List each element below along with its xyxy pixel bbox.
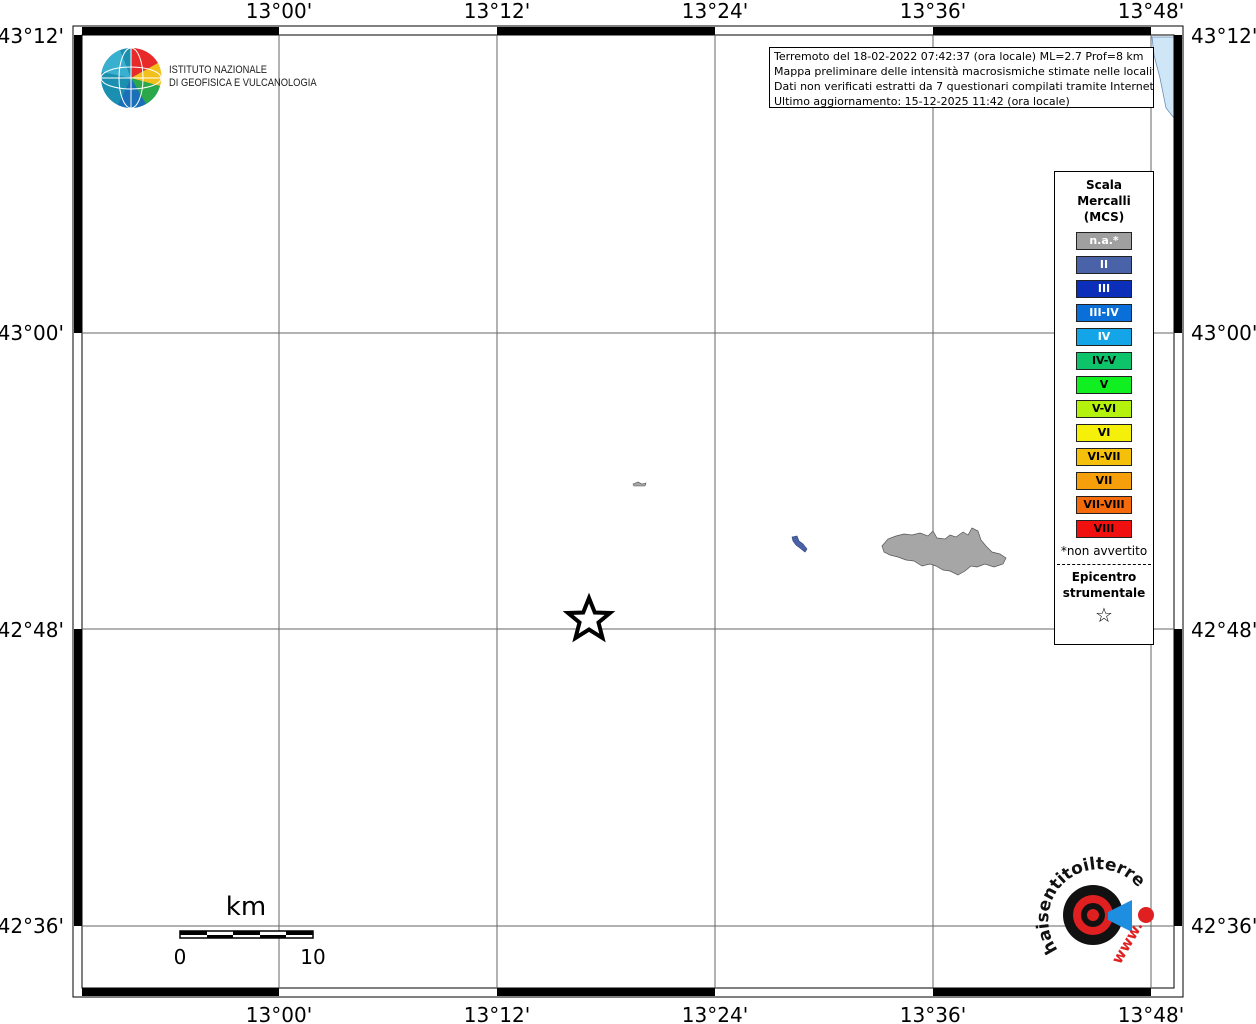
legend-epicenter-label: Epicentro strumentale (1055, 569, 1153, 601)
small-area-feature (632, 481, 647, 487)
info-line: Terremoto del 18-02-2022 07:42:37 (ora l… (774, 50, 1144, 63)
legend-swatch: IV-V (1076, 352, 1132, 370)
legend-epicenter-line: Epicentro (1071, 570, 1137, 584)
lat-label-right: 42°36' (1191, 914, 1256, 938)
epicenter-star (562, 592, 616, 643)
legend-swatch: VIII (1076, 520, 1132, 538)
info-line: Mappa preliminare delle intensità macros… (774, 65, 1154, 78)
lat-label-left: 42°36' (0, 914, 64, 938)
info-line: Ultimo aggiornamento: 15-12-2025 11:42 (… (774, 95, 1070, 108)
hsit-logo: haisentitoilterremoto.it www. (0, 0, 1154, 967)
legend-swatch: II (1076, 256, 1132, 274)
lon-label-top: 13°36' (900, 0, 966, 23)
graticule (82, 35, 1174, 988)
ingv-globe-logo (100, 47, 162, 109)
legend-title: Scala Mercalli (MCS) (1055, 177, 1153, 225)
legend-swatch: VII-VIII (1076, 496, 1132, 514)
sea-area (1151, 36, 1175, 120)
lon-label-bottom: 13°48' (1118, 1003, 1184, 1024)
lon-label-bottom: 13°12' (464, 1003, 530, 1024)
frame-checker (74, 27, 1182, 996)
map-frame-outer (72, 25, 1184, 998)
legend-star-icon: ☆ (1095, 603, 1113, 627)
legend-title-line: (MCS) (1083, 210, 1125, 224)
ingv-logo-text: ISTITUTO NAZIONALE DI GEOFISICA E VULCAN… (169, 64, 317, 90)
scale-end: 10 (300, 945, 325, 969)
map-frame-inner (81, 34, 1175, 989)
lat-label-right: 42°48' (1191, 618, 1256, 642)
legend-swatch: n.a.* (1076, 232, 1132, 250)
lon-label-bottom: 13°36' (900, 1003, 966, 1024)
lake (791, 535, 808, 553)
lon-label-bottom: 13°00' (246, 1003, 312, 1024)
lon-label-top: 13°48' (1118, 0, 1184, 23)
lon-label-bottom: 13°24' (682, 1003, 748, 1024)
scale-unit: km (226, 892, 266, 922)
legend-swatch-list: n.a.* II III III-IV IV IV-V V V-VI VI VI-VII VII VI… (1055, 232, 1153, 538)
lat-label-left: 43°00' (0, 321, 64, 345)
mcs-legend: Scala Mercalli (MCS) n.a.* II III III-IV IV I… (1054, 171, 1154, 645)
lat-label-left: 43°12' (0, 24, 64, 48)
lat-label-left: 42°48' (0, 618, 64, 642)
legend-swatch: V-VI (1076, 400, 1132, 418)
legend-title-line: Scala (1085, 178, 1123, 192)
legend-swatch: VI (1076, 424, 1132, 442)
lon-label-top: 13°24' (682, 0, 748, 23)
legend-swatch: V (1076, 376, 1132, 394)
info-line: Dati non verificati estratti da 7 questi… (774, 80, 1154, 93)
lat-label-right: 43°12' (1191, 24, 1256, 48)
legend-divider (1057, 564, 1151, 565)
svg-text:haisentitoilterremoto.it: haisentitoilterremoto.it (0, 0, 1149, 958)
lon-label-top: 13°00' (246, 0, 312, 23)
legend-epicenter-line: strumentale (1062, 586, 1146, 600)
legend-note: *non avvertito (1060, 544, 1148, 558)
event-info-box: Terremoto del 18-02-2022 07:42:37 (ora l… (769, 47, 1154, 108)
hsit-curve-text: haisentitoilterremoto.it (0, 0, 1149, 958)
legend-swatch: III (1076, 280, 1132, 298)
legend-swatch: VII (1076, 472, 1132, 490)
legend-swatch: IV (1076, 328, 1132, 346)
legend-swatch: VI-VII (1076, 448, 1132, 466)
scale-start: 0 (174, 945, 187, 969)
lat-label-right: 43°00' (1191, 321, 1256, 345)
municipality-area (881, 527, 1007, 576)
ingv-name-line1: ISTITUTO NAZIONALE (169, 64, 268, 76)
ingv-name-line2: DI GEOFISICA E VULCANOLOGIA (169, 77, 317, 89)
legend-title-line: Mercalli (1077, 194, 1131, 208)
lon-label-top: 13°12' (464, 0, 530, 23)
legend-swatch: III-IV (1076, 304, 1132, 322)
scale-bar: km 0 10 (174, 892, 326, 969)
